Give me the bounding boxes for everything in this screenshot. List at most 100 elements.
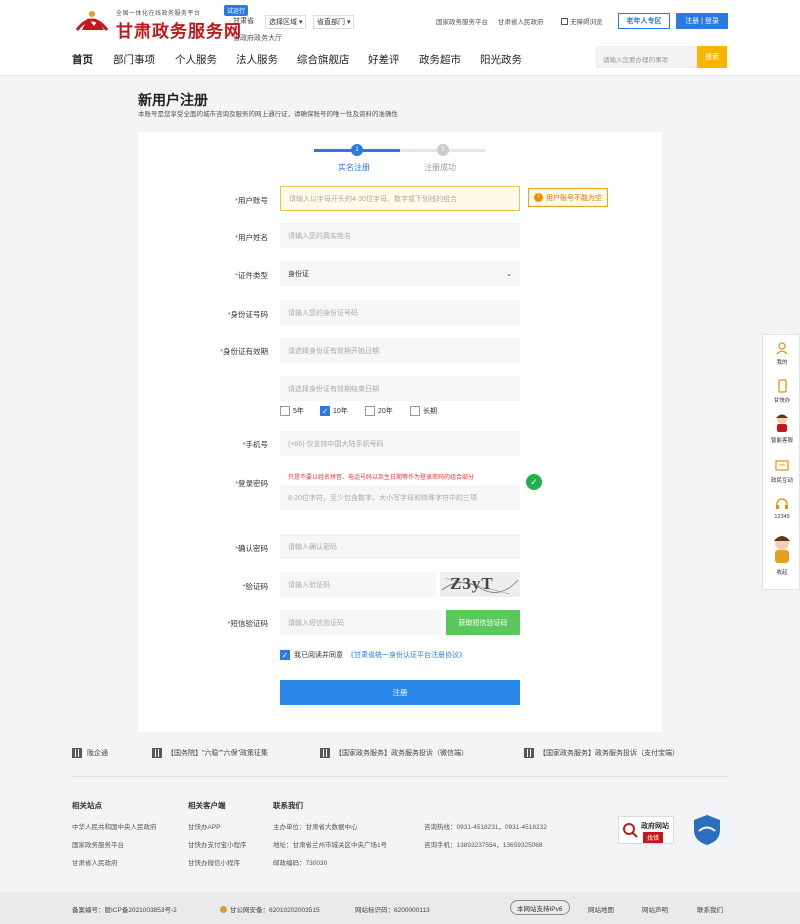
footer-site-link[interactable]: 中华人民共和国中央人民政府: [72, 821, 157, 831]
valid-end-input[interactable]: 请选择身份证有效期结束日期: [280, 376, 520, 401]
checkbox[interactable]: [410, 406, 420, 416]
footer-link-complaint-alipay[interactable]: 【国家政务服务】政务服务投诉（支付宝端）: [524, 748, 679, 758]
sidebar-item-interaction[interactable]: 政民互动: [763, 459, 800, 484]
valid-start-input[interactable]: 请选择身份证有效期开始日期: [280, 338, 520, 363]
footer-link-liuwen[interactable]: 【国务院】"六稳""六保"政策征集: [152, 748, 268, 758]
captcha-label: *验证码: [242, 582, 268, 591]
nav-legal-person[interactable]: 法人服务: [236, 52, 278, 67]
sidebar-item-smart-service[interactable]: 智能客服: [763, 413, 800, 444]
footer-contact-link[interactable]: 联系我们: [697, 904, 723, 914]
gov-hall-link[interactable]: 省政府政务大厅: [233, 33, 282, 43]
confirm-password-input[interactable]: 请输入确认密码: [280, 534, 520, 559]
top-link-accessibility[interactable]: 无障碍浏览: [561, 16, 603, 26]
register-login-button[interactable]: 注册 | 登录: [676, 13, 728, 29]
footer-client-link[interactable]: 甘快办APP: [188, 821, 221, 831]
mascot-icon: [774, 536, 790, 563]
footer-sitemap-link[interactable]: 网站地图: [588, 904, 614, 914]
agreement-link[interactable]: 《甘肃省统一身份认证平台注册协议》: [347, 650, 466, 660]
site-title[interactable]: 甘肃政务服务网: [116, 17, 242, 42]
agree-text: 我已阅读并同意: [294, 652, 343, 659]
police-record[interactable]: 甘公网安备：62010202003515: [220, 904, 320, 914]
site-tagline: 全国一体化在线政务服务平台: [116, 11, 201, 17]
footer-link-longqitong[interactable]: 陇企通: [72, 748, 108, 758]
get-sms-code-button[interactable]: 获取短信验证码: [446, 610, 520, 635]
idnum-input[interactable]: 请输入您的身份证号码: [280, 300, 520, 325]
dept-dropdown[interactable]: 省直部门 ▾: [313, 15, 355, 29]
top-link-national[interactable]: 国家政务服务平台: [436, 16, 488, 26]
chevron-down-icon: ▾: [346, 19, 351, 26]
sidebar-item-12345[interactable]: 12345: [763, 497, 800, 520]
user-icon: [776, 342, 788, 355]
footer-col2-title: 相关客户端: [188, 801, 226, 810]
page-description: 本账号是您享受全面的城市咨询及服务的网上通行证，请确保账号的唯一性及资料的准确性: [138, 111, 398, 118]
nav-rating[interactable]: 好差评: [368, 52, 400, 67]
top-link-gansu-gov[interactable]: 甘肃省人民政府: [498, 16, 544, 26]
police-badge-icon: [220, 906, 227, 913]
nav-personal[interactable]: 个人服务: [175, 52, 217, 67]
gansu-logo-icon: [75, 11, 109, 31]
footer-site-link[interactable]: 国家政务服务平台: [72, 839, 124, 849]
valid-option-5y[interactable]: 5年: [280, 406, 304, 416]
icp-record[interactable]: 备案编号：陇ICP备2021003853号-2: [72, 904, 177, 914]
captcha-input[interactable]: 请输入验证码: [280, 572, 436, 597]
checkbox[interactable]: [280, 406, 290, 416]
sidebar-item-collapse[interactable]: 收起: [763, 533, 800, 576]
checkbox[interactable]: [365, 406, 375, 416]
nav-flagship[interactable]: 综合旗舰店: [297, 52, 350, 67]
step-2-dot: 2: [437, 144, 449, 156]
footer-contact-text: 邮政编码：730030: [273, 860, 328, 867]
site-id: 网站标识码：6200000113: [355, 907, 430, 914]
confirm-label: *确认密码: [235, 544, 268, 553]
footer-client-link[interactable]: 甘快办支付宝小程序: [188, 839, 247, 849]
idtype-select[interactable]: 身份证 ⌄: [280, 261, 520, 286]
sidebar-item-gankuaiban[interactable]: 甘快办: [763, 379, 800, 404]
site-header: 全国一体化在线政务服务平台 甘肃政务服务网 试运行 甘肃省 选择区域 ▾ 省直部…: [0, 0, 800, 76]
agree-checkbox[interactable]: ✓: [280, 650, 290, 660]
gov-certified-shield-icon[interactable]: [692, 814, 722, 846]
valid-option-permanent[interactable]: 长期: [410, 406, 437, 416]
captcha-text: Z3yT: [450, 574, 494, 593]
password-input[interactable]: 8-20位字符，至少包含数字、大小写字母和特殊字符中的三项: [280, 485, 520, 510]
footer-col3-title: 联系我们: [273, 801, 303, 810]
footer-client-link[interactable]: 甘快办微信小程序: [188, 857, 240, 867]
valid-option-20y[interactable]: 20年: [365, 406, 393, 416]
footer-contact-text: 主办单位：甘肃省大数据中心: [273, 824, 358, 831]
footer-hotline: 咨询热线：0931-4518231，0931-4518232: [424, 824, 547, 831]
footer-mobile: 咨询手机：13893237554，13659325068: [424, 842, 543, 849]
headset-icon: [776, 498, 788, 509]
qrcode-icon: [152, 748, 162, 758]
gov-search-icon: [623, 823, 638, 838]
page-title: 新用户注册: [138, 92, 208, 108]
warning-icon: !: [534, 193, 543, 202]
valid-label: *身份证有效期: [220, 347, 268, 356]
footer-statement-link[interactable]: 网站声明: [642, 904, 668, 914]
step-1-dot: 1: [351, 144, 363, 156]
check-ok-icon: ✓: [526, 474, 542, 490]
valid-option-10y[interactable]: ✓ 10年: [320, 406, 348, 416]
register-submit-button[interactable]: 注册: [280, 680, 520, 705]
account-input[interactable]: 请输入以字母开头的4-30位字母、数字或下划线的组合: [280, 186, 520, 211]
search-button[interactable]: 搜索: [697, 46, 727, 68]
elder-zone-button[interactable]: 老年人专区: [618, 13, 670, 29]
name-input[interactable]: 请输入您的真实姓名: [280, 223, 520, 248]
nav-supermarket[interactable]: 政务超市: [419, 52, 461, 67]
nav-sunshine[interactable]: 阳光政务: [480, 52, 522, 67]
chevron-down-icon: ⌄: [506, 270, 512, 278]
search-input[interactable]: 请输入您要办理的事项: [596, 46, 697, 68]
nav-home[interactable]: 首页: [72, 52, 93, 67]
nav-dept-items[interactable]: 部门事项: [113, 52, 155, 67]
sidebar-item-mine[interactable]: 我的: [763, 341, 800, 366]
qrcode-icon: [320, 748, 330, 758]
phone-input[interactable]: (+86) 仅支持中国大陆手机号码: [280, 431, 520, 456]
beta-badge: 试运行: [224, 5, 249, 16]
captcha-image[interactable]: Z3yT: [440, 572, 520, 597]
footer-col1-title: 相关站点: [72, 801, 102, 810]
footer-link-complaint-wechat[interactable]: 【国家政务服务】政务服务投诉（微信端）: [320, 748, 468, 758]
checkbox-checked[interactable]: ✓: [320, 406, 330, 416]
sms-code-input[interactable]: 请输入短信验证码: [280, 610, 442, 635]
footer-site-link[interactable]: 甘肃省人民政府: [72, 857, 118, 867]
password-hint: 只是不要以姓名拼音、电话号码以及生日期等作为登录密码的组合部分: [288, 475, 475, 481]
gov-site-error-badge[interactable]: 政府网站 找错: [618, 816, 674, 844]
ipv6-badge: 本网站支持IPv6: [510, 900, 570, 915]
region-dropdown[interactable]: 选择区域 ▾: [265, 15, 307, 29]
